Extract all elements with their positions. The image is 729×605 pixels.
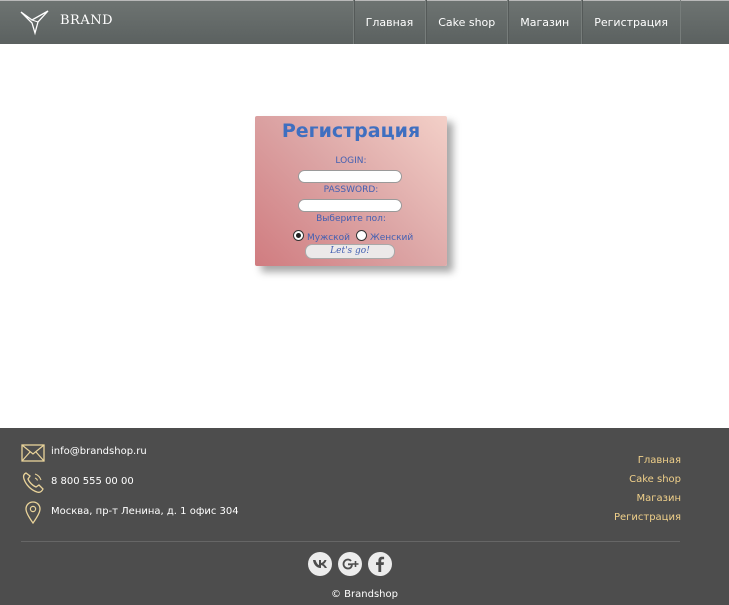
- submit-button[interactable]: Let's go!: [305, 244, 395, 259]
- form-title: Регистрация: [281, 120, 421, 142]
- password-label: PASSWORD:: [323, 185, 379, 195]
- brand-logo-text[interactable]: Brand: [60, 13, 113, 28]
- site-footer: info@brandshop.ru 8 800 555 00 00 Москва…: [0, 428, 729, 605]
- mail-icon: [21, 444, 45, 462]
- gender-male-label: Мужской: [307, 233, 350, 243]
- nav-item-shop[interactable]: Магазин: [507, 0, 581, 44]
- footer-link-cake-shop[interactable]: Cake shop: [629, 474, 681, 485]
- gender-female-radio[interactable]: [356, 230, 367, 241]
- footer-email[interactable]: info@brandshop.ru: [51, 446, 147, 457]
- copyright: © Brandshop: [331, 589, 398, 600]
- password-input[interactable]: [298, 199, 402, 212]
- footer-link-shop[interactable]: Магазин: [637, 493, 682, 504]
- footer-link-home[interactable]: Главная: [638, 455, 681, 466]
- site-header: Brand Главная Cake shop Магазин Регистра…: [0, 0, 729, 44]
- footer-divider: [21, 541, 680, 542]
- footer-link-registration[interactable]: Регистрация: [614, 512, 681, 523]
- gender-male-radio[interactable]: [293, 230, 304, 241]
- facebook-icon[interactable]: [368, 552, 392, 576]
- nav-item-registration[interactable]: Регистрация: [581, 0, 681, 44]
- gender-female-label: Женский: [370, 233, 414, 243]
- location-pin-icon: [25, 501, 41, 524]
- phone-icon: [22, 472, 44, 493]
- main-nav: Главная Cake shop Магазин Регистрация: [352, 0, 681, 44]
- vk-icon[interactable]: [308, 552, 332, 576]
- nav-item-home[interactable]: Главная: [352, 0, 426, 44]
- gender-label: Выберите пол:: [316, 214, 386, 224]
- footer-address: Москва, пр-т Ленина, д. 1 офис 304: [51, 506, 239, 517]
- login-label: LOGIN:: [335, 156, 367, 166]
- registration-form: Регистрация LOGIN: PASSWORD: Выберите по…: [255, 116, 447, 266]
- google-plus-icon[interactable]: [338, 552, 362, 576]
- nav-item-cake-shop[interactable]: Cake shop: [425, 0, 507, 44]
- footer-phone[interactable]: 8 800 555 00 00: [51, 476, 134, 487]
- login-input[interactable]: [298, 170, 402, 183]
- bird-logo-icon[interactable]: [18, 8, 52, 36]
